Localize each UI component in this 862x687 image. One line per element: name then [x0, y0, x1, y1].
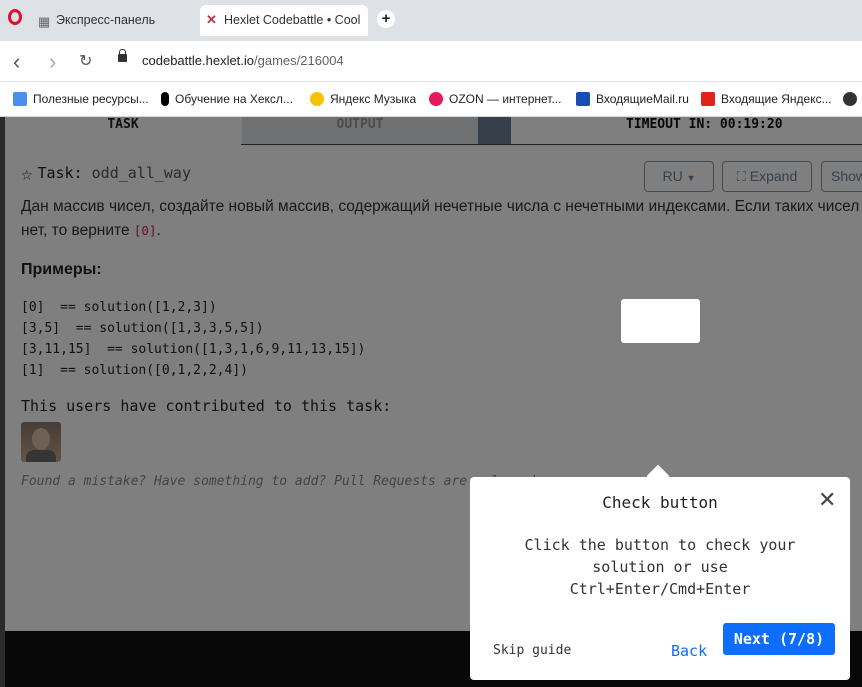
bookmark-label: Входящие Яндекс... [721, 92, 832, 106]
bookmark-label: OZON — интернет... [449, 92, 562, 106]
opera-logo-icon[interactable] [8, 9, 22, 25]
bookmark-item[interactable]: ВходящиеMail.ru [576, 92, 689, 106]
reload-icon[interactable]: ↻ [79, 51, 92, 71]
browser-tab-bar: ▦ Экспресс-панель ✕ Hexlet Codebattle • … [0, 0, 862, 41]
tab-label: Hexlet Codebattle • Cool c [224, 13, 360, 27]
back-button[interactable]: Back [671, 642, 707, 660]
bookmark-item[interactable]: Обучение на Хексл... [161, 92, 293, 106]
forward-icon[interactable]: › [49, 49, 56, 75]
grid-icon: ▦ [38, 14, 51, 29]
back-icon[interactable]: ‹ [13, 49, 20, 75]
bookmark-icon [161, 92, 169, 106]
bookmark-item[interactable]: OZON — интернет... [429, 92, 561, 106]
next-button[interactable]: Next (7/8) [723, 623, 835, 655]
hexlet-logo-icon: ✕ [206, 12, 217, 27]
bookmark-label: Обучение на Хексл... [175, 92, 293, 106]
bookmark-icon [13, 92, 27, 106]
bookmark-icon [843, 92, 857, 106]
bookmark-icon [429, 92, 443, 106]
bookmark-icon [576, 92, 590, 106]
page-left-edge [0, 117, 5, 687]
bookmark-item[interactable]: Входящие Яндекс... [701, 92, 832, 106]
guide-body: Click the button to check your solution … [524, 536, 796, 598]
bookmark-icon [701, 92, 715, 106]
tab-hexlet-codebattle[interactable]: ✕ Hexlet Codebattle • Cool c [200, 5, 368, 36]
bookmark-item[interactable] [843, 92, 862, 106]
tab-label: Экспресс-панель [56, 13, 156, 27]
tab-express-panel[interactable]: ▦ Экспресс-панель [32, 5, 194, 36]
bookmarks-bar: Полезные ресурсы... Обучение на Хексл...… [0, 81, 862, 117]
close-icon[interactable]: ✕ [818, 489, 836, 511]
lock-icon[interactable] [118, 49, 127, 62]
bookmark-label: Яндекс Музыка [330, 92, 417, 106]
bookmark-label: ВходящиеMail.ru [596, 92, 689, 106]
bookmark-label: Полезные ресурсы... [33, 92, 149, 106]
bookmark-icon [310, 92, 324, 106]
skip-guide-button[interactable]: Skip guide [493, 643, 571, 658]
url-path: /games/216004 [254, 53, 344, 68]
guide-title: Check button [602, 493, 718, 512]
codebattle-page: TASK OUTPUT TIMEOUT IN: 00:19:20 ☆Task: … [0, 117, 862, 687]
highlighted-check-button[interactable] [621, 299, 700, 343]
bookmark-item[interactable]: Полезные ресурсы... [13, 92, 149, 106]
url-field[interactable]: codebattle.hexlet.io/games/216004 [142, 53, 344, 68]
new-tab-button[interactable]: + [377, 10, 395, 28]
bookmark-item[interactable]: Яндекс Музыка [310, 92, 416, 106]
guide-popover: Check button ✕ Click the button to check… [470, 464, 850, 680]
address-bar: ‹ › ↻ codebattle.hexlet.io/games/216004 [0, 41, 862, 81]
url-domain: codebattle.hexlet.io [142, 53, 255, 68]
